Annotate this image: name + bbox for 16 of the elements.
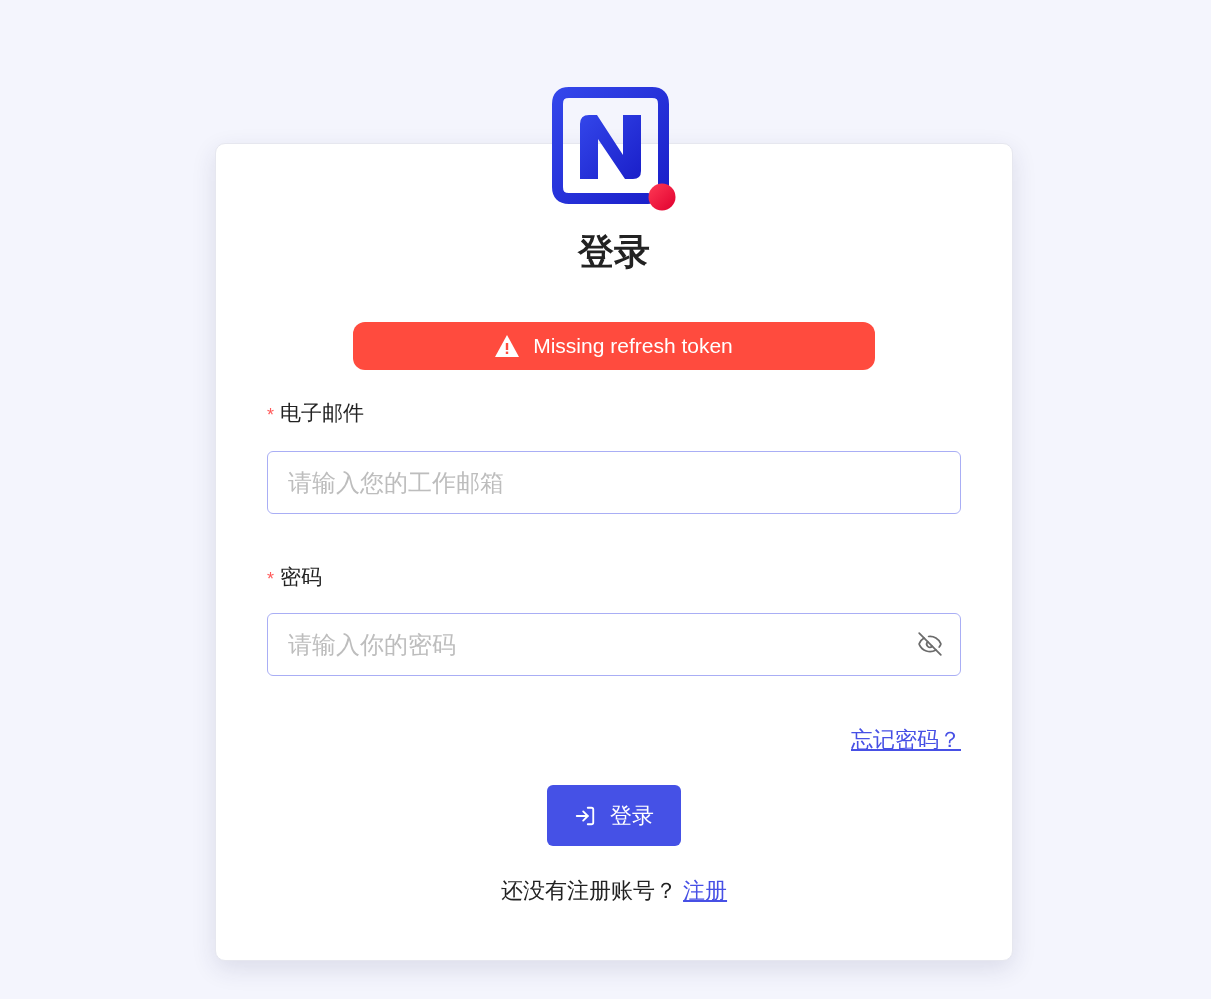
warning-icon: [495, 335, 520, 357]
page-title: 登录: [578, 230, 650, 274]
field-label: 电子邮件: [280, 400, 364, 426]
signup-prompt: 还没有注册账号？ 注册: [500, 877, 728, 905]
login-button[interactable]: 登录: [547, 785, 681, 846]
field-label: 密码: [280, 564, 322, 590]
logo-icon: [551, 87, 677, 212]
login-icon: [574, 804, 596, 827]
forgot-password-link[interactable]: 忘记密码？: [851, 725, 961, 755]
password-field[interactable]: 请输入你的密码: [267, 613, 961, 676]
required-marker: *: [267, 404, 274, 427]
eye-off-icon[interactable]: [917, 631, 943, 657]
email-field[interactable]: 请输入您的工作邮箱: [267, 451, 961, 514]
alert-message: Missing refresh token: [533, 333, 733, 359]
required-marker: *: [267, 568, 274, 591]
signup-link[interactable]: 注册: [683, 878, 728, 903]
